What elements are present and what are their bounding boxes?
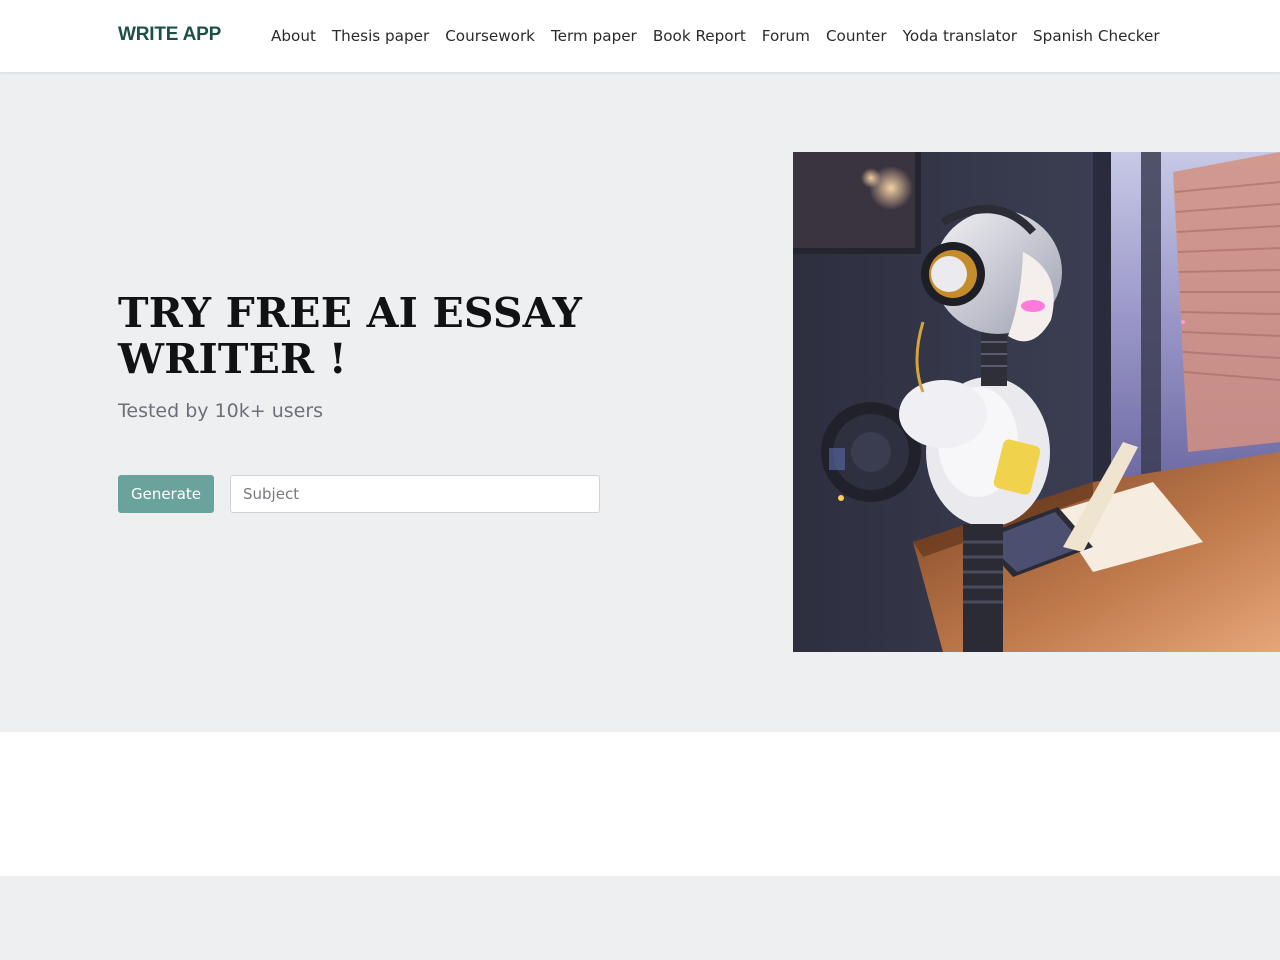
robot-illustration: [793, 152, 1280, 652]
lower-section: [0, 876, 1280, 960]
main-nav: About Thesis paper Coursework Term paper…: [271, 0, 1160, 72]
nav-link-about[interactable]: About: [271, 27, 316, 45]
nav-link-book-report[interactable]: Book Report: [653, 27, 746, 45]
nav-link-thesis-paper[interactable]: Thesis paper: [332, 27, 429, 45]
top-navbar: WRITE APP About Thesis paper Coursework …: [0, 0, 1280, 72]
nav-link-forum[interactable]: Forum: [762, 27, 810, 45]
content-band: [0, 732, 1280, 876]
nav-link-term-paper[interactable]: Term paper: [551, 27, 637, 45]
nav-link-counter[interactable]: Counter: [826, 27, 887, 45]
brand-logo[interactable]: WRITE APP: [118, 24, 221, 46]
hero-title: TRY FREE AI ESSAY WRITER !: [118, 289, 583, 383]
subject-input[interactable]: [230, 475, 600, 513]
nav-link-coursework[interactable]: Coursework: [445, 27, 535, 45]
hero-subtitle: Tested by 10k+ users: [118, 400, 324, 422]
nav-link-spanish-checker[interactable]: Spanish Checker: [1033, 27, 1160, 45]
hero-section: TRY FREE AI ESSAY WRITER ! Tested by 10k…: [0, 72, 1280, 732]
generate-button[interactable]: Generate: [118, 475, 214, 513]
nav-link-yoda-translator[interactable]: Yoda translator: [903, 27, 1017, 45]
